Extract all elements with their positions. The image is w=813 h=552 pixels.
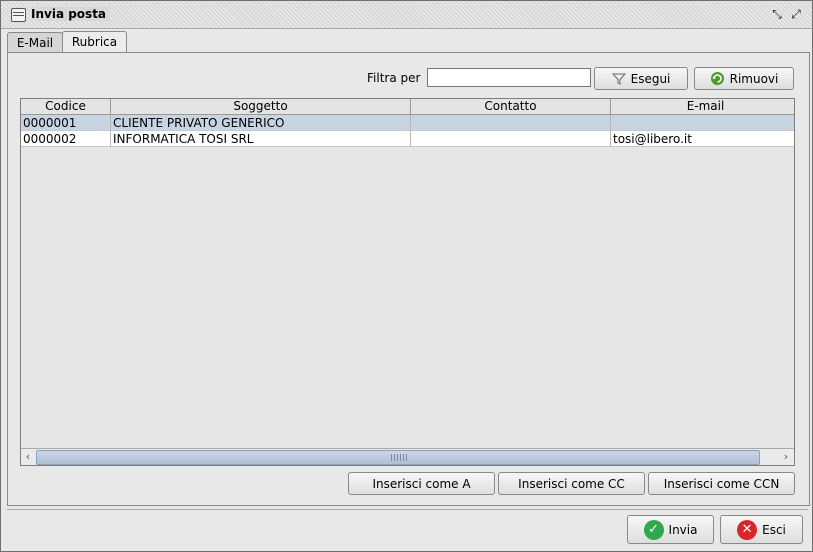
cell-soggetto: INFORMATICA TOSI SRL: [111, 131, 411, 147]
cell-email: [611, 115, 794, 131]
scroll-left-icon[interactable]: ‹: [21, 449, 35, 465]
cell-email: tosi@libero.it: [611, 131, 794, 147]
esegui-label: Esegui: [630, 71, 671, 86]
filter-label: Filtra per: [367, 71, 421, 85]
rimuovi-button[interactable]: Rimuovi: [694, 67, 794, 90]
invia-button[interactable]: ✓ Invia: [627, 515, 714, 544]
cell-contatto: [411, 115, 611, 131]
column-header-contatto[interactable]: Contatto: [411, 99, 611, 114]
invia-label: Invia: [668, 522, 698, 537]
contacts-table: Codice Soggetto Contatto E-mail 0000001 …: [20, 98, 795, 466]
close-icon: ✕: [737, 519, 758, 540]
insert-as-ccn-button[interactable]: Inserisci come CCN: [648, 472, 795, 495]
rimuovi-label: Rimuovi: [729, 71, 779, 86]
title-bar[interactable]: Invia posta ⤡ ⤢: [1, 1, 812, 29]
table-row[interactable]: 0000001 CLIENTE PRIVATO GENERICO: [21, 115, 794, 131]
window-title: Invia posta: [31, 7, 111, 21]
cell-codice: 0000002: [21, 131, 111, 147]
restore-icon[interactable]: ⤡: [770, 7, 784, 21]
window-icon: [11, 8, 26, 22]
filter-input[interactable]: [427, 68, 591, 87]
column-header-codice[interactable]: Codice: [21, 99, 111, 114]
table-row[interactable]: 0000002 INFORMATICA TOSI SRL tosi@libero…: [21, 131, 794, 147]
horizontal-scrollbar[interactable]: ‹ ›: [21, 448, 794, 465]
table-header: Codice Soggetto Contatto E-mail: [21, 99, 794, 115]
maximize-icon[interactable]: ⤢: [789, 7, 803, 21]
invia-posta-window: Invia posta ⤡ ⤢ E-Mail Rubrica Filtra pe…: [0, 0, 813, 552]
scroll-thumb[interactable]: [36, 450, 760, 465]
esci-button[interactable]: ✕ Esci: [720, 515, 803, 544]
scroll-right-icon[interactable]: ›: [779, 449, 793, 465]
cell-codice: 0000001: [21, 115, 111, 131]
filter-icon: [611, 73, 626, 85]
cell-soggetto: CLIENTE PRIVATO GENERICO: [111, 115, 411, 131]
rubrica-panel: Filtra per Esegui Rimuovi Codice Soggett…: [7, 52, 810, 506]
checkmark-icon: ✓: [643, 519, 664, 540]
insert-as-a-button[interactable]: Inserisci come A: [348, 472, 495, 495]
insert-as-cc-button[interactable]: Inserisci come CC: [498, 472, 645, 495]
scroll-grip-icon: [391, 454, 407, 461]
tab-rubrica[interactable]: Rubrica: [62, 31, 127, 53]
refresh-icon: [710, 72, 724, 85]
esegui-button[interactable]: Esegui: [594, 67, 688, 90]
footer-bar: ✓ Invia ✕ Esci: [7, 509, 808, 548]
esci-label: Esci: [762, 522, 786, 537]
column-header-soggetto[interactable]: Soggetto: [111, 99, 411, 114]
column-header-email[interactable]: E-mail: [611, 99, 794, 114]
cell-contatto: [411, 131, 611, 147]
tab-email[interactable]: E-Mail: [7, 32, 63, 53]
